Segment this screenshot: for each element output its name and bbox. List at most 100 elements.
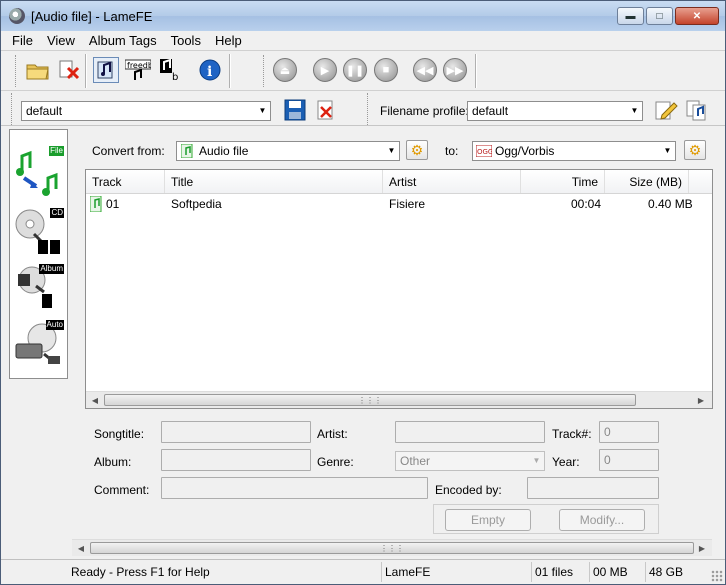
convert-to-select[interactable]: OGG Ogg/Vorbis ▼: [472, 141, 676, 161]
table-row[interactable]: 01 Softpedia Fisiere 00:04 0.40 MB: [86, 194, 712, 214]
menu-tools[interactable]: Tools: [164, 33, 208, 48]
column-title[interactable]: Title: [165, 170, 383, 193]
column-size[interactable]: Size (MB): [605, 170, 689, 193]
delete-profile-icon[interactable]: [313, 97, 339, 123]
scroll-right-icon[interactable]: ▶: [694, 394, 708, 407]
audio-file-mode-icon[interactable]: [93, 57, 119, 83]
track-list-hscrollbar[interactable]: ◀ ⋮⋮⋮ ▶: [86, 391, 712, 408]
svg-text:i: i: [207, 64, 212, 80]
close-button[interactable]: ✕: [675, 7, 719, 25]
column-artist[interactable]: Artist: [383, 170, 521, 193]
status-message: Ready - Press F1 for Help: [71, 565, 210, 579]
maximize-button[interactable]: □: [646, 7, 673, 25]
toolbar-separator: [475, 54, 477, 88]
album-label: Album:: [94, 455, 132, 469]
mode-auto-label: Auto: [45, 320, 64, 330]
track-number: 01: [106, 197, 120, 211]
freedb-icon[interactable]: freedb: [125, 57, 151, 83]
encoder-profile-select[interactable]: default ▼: [21, 101, 271, 121]
track-size: 0.40 MB: [648, 197, 693, 211]
scroll-left-icon[interactable]: ◀: [88, 394, 102, 407]
convert-from-label: Convert from:: [92, 144, 165, 158]
mode-cd[interactable]: CD: [14, 208, 64, 256]
minimize-button[interactable]: ▬: [617, 7, 644, 25]
scroll-right-icon[interactable]: ▶: [695, 542, 709, 555]
menu-file[interactable]: File: [5, 33, 40, 48]
resize-grip[interactable]: [711, 570, 723, 582]
chevron-down-icon: ▼: [630, 106, 639, 115]
convert-to-label: to:: [445, 144, 459, 158]
pause-icon[interactable]: ❚❚: [343, 58, 367, 82]
toolbar-grip[interactable]: [263, 55, 266, 87]
toolbar-separator: [229, 54, 231, 88]
artist-label: Artist:: [317, 427, 348, 441]
to-settings-icon[interactable]: ⚙: [684, 140, 706, 160]
toolbar-grip[interactable]: [15, 55, 18, 87]
year-field[interactable]: 0: [599, 449, 659, 471]
content-hscrollbar[interactable]: ◀ ⋮⋮⋮ ▶: [72, 539, 712, 556]
chevron-down-icon: ▼: [387, 146, 396, 155]
app-cd-icon: [9, 8, 25, 24]
stop-icon[interactable]: ■: [374, 58, 398, 82]
mode-album-label: Album: [39, 264, 64, 274]
mode-file[interactable]: File: [14, 146, 64, 196]
column-time[interactable]: Time: [521, 170, 605, 193]
status-size: 00 MB: [589, 562, 645, 582]
next-track-icon[interactable]: ▶▶: [443, 58, 467, 82]
from-settings-icon[interactable]: ⚙: [406, 140, 428, 160]
title-bar: [Audio file] - LameFE ▬ □ ✕: [1, 1, 725, 31]
track-number-field[interactable]: 0: [599, 421, 659, 443]
genre-select[interactable]: Other ▼: [395, 451, 545, 471]
album-field[interactable]: [161, 449, 311, 471]
encoder-profile-value: default: [26, 104, 63, 118]
menu-help[interactable]: Help: [208, 33, 249, 48]
play-icon[interactable]: ▶: [313, 58, 337, 82]
filename-profile-select[interactable]: default ▼: [467, 101, 643, 121]
app-window: [Audio file] - LameFE ▬ □ ✕ File View Al…: [0, 0, 726, 585]
status-app: LameFE: [381, 562, 531, 582]
status-free-space: 48 GB: [645, 562, 709, 582]
music-tag-icon[interactable]: b: [157, 57, 183, 83]
edit-filename-profile-icon[interactable]: [653, 97, 679, 123]
main-content: Convert from: Audio file ▼ ⚙ to: OGG Ogg…: [70, 129, 716, 557]
scroll-thumb[interactable]: ⋮⋮⋮: [90, 542, 694, 554]
mode-auto[interactable]: Auto: [14, 320, 64, 368]
track-list: Track Title Artist Time Size (MB) 01 Sof…: [85, 169, 713, 409]
window-controls: ▬ □ ✕: [617, 7, 719, 25]
track-number-label: Track#:: [552, 427, 592, 441]
toolbar-grip[interactable]: [11, 93, 14, 125]
menu-view[interactable]: View: [40, 33, 82, 48]
audio-file-icon: [90, 196, 102, 212]
menu-bar: File View Album Tags Tools Help: [1, 31, 725, 49]
empty-button[interactable]: Empty: [445, 509, 531, 531]
songtitle-field[interactable]: [161, 421, 311, 443]
filename-profile-value: default: [472, 104, 509, 118]
mode-panel: File CD Album Auto: [9, 129, 68, 379]
status-bar: Ready - Press F1 for Help LameFE 01 file…: [1, 559, 725, 584]
remove-file-icon[interactable]: [57, 57, 83, 83]
column-track[interactable]: Track: [86, 170, 165, 193]
scroll-thumb[interactable]: ⋮⋮⋮: [104, 394, 636, 406]
mode-cd-label: CD: [50, 208, 64, 218]
ogg-icon: OGG: [476, 145, 492, 157]
menu-album-tags[interactable]: Album Tags: [82, 33, 164, 48]
artist-field[interactable]: [395, 421, 545, 443]
info-icon[interactable]: i: [197, 57, 223, 83]
comment-field[interactable]: [161, 477, 428, 499]
filename-template-icon[interactable]: [684, 97, 710, 123]
save-profile-icon[interactable]: [282, 97, 308, 123]
svg-text:b: b: [172, 72, 178, 82]
convert-from-select[interactable]: Audio file ▼: [176, 141, 400, 161]
previous-track-icon[interactable]: ◀◀: [413, 58, 437, 82]
mode-album[interactable]: Album: [14, 264, 64, 312]
toolbar-grip[interactable]: [367, 93, 370, 125]
profile-toolbar: default ▼ Filename profile: default ▼: [1, 90, 725, 126]
svg-text:OGG: OGG: [477, 148, 492, 156]
eject-icon[interactable]: ⏏: [273, 58, 297, 82]
encoded-by-field[interactable]: [527, 477, 659, 499]
open-folder-icon[interactable]: [25, 57, 51, 83]
scroll-left-icon[interactable]: ◀: [74, 542, 88, 555]
modify-button[interactable]: Modify...: [559, 509, 645, 531]
track-artist: Fisiere: [389, 197, 426, 211]
encoded-by-label: Encoded by:: [435, 483, 502, 497]
